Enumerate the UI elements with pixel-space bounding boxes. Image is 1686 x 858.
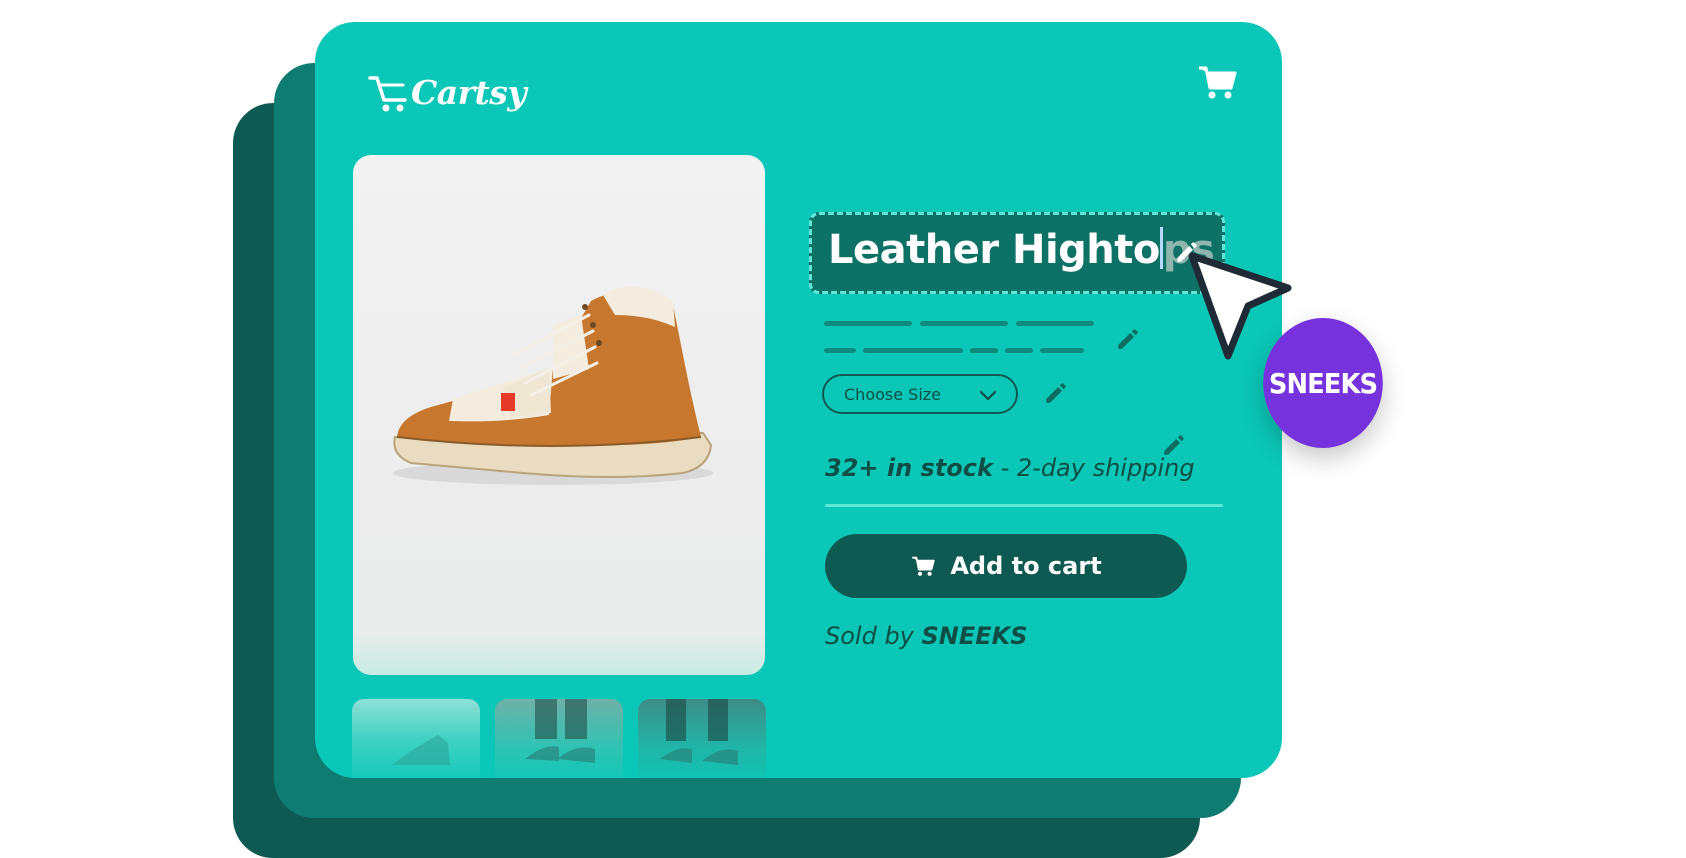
description-placeholder-line <box>824 321 912 326</box>
pencil-icon[interactable] <box>1043 380 1069 406</box>
description-placeholder-line <box>1040 348 1084 353</box>
product-title-typed: Leather Highto <box>828 227 1160 273</box>
divider <box>825 504 1223 507</box>
pencil-icon[interactable] <box>1115 326 1141 352</box>
pencil-icon[interactable] <box>1161 432 1187 458</box>
product-thumbnail-3[interactable] <box>638 699 766 778</box>
description-placeholder-line <box>1005 348 1033 353</box>
product-thumbnail-2[interactable] <box>495 699 623 778</box>
sold-by: Sold by SNEEKS <box>825 622 1028 650</box>
brand-name: Cartsy <box>411 72 527 112</box>
add-to-cart-label: Add to cart <box>950 552 1102 580</box>
description-placeholder-line <box>920 321 1008 326</box>
cartsy-logo[interactable]: Cartsy <box>367 62 527 122</box>
seller-badge[interactable]: SNEEKS <box>1263 318 1383 448</box>
add-to-cart-button[interactable]: Add to cart <box>825 534 1187 598</box>
product-main-image[interactable] <box>353 155 765 675</box>
seller-name[interactable]: SNEEKS <box>922 622 1028 650</box>
chevron-down-icon <box>979 390 997 401</box>
seller-badge-label: SNEEKS <box>1268 366 1378 400</box>
shopping-cart-icon <box>912 556 936 576</box>
size-select[interactable]: Choose Size <box>822 374 1018 414</box>
thumbnail-1-image <box>392 735 450 765</box>
description-placeholder-line <box>863 348 963 353</box>
shipping-info: - 2-day shipping <box>992 454 1195 482</box>
thumbnail-3-image <box>660 699 738 765</box>
sneaker-image <box>393 287 713 485</box>
thumbnail-2-image <box>525 699 595 763</box>
shopping-cart-icon[interactable] <box>1197 62 1237 102</box>
stock-shipping-info: 32+ in stock - 2-day shipping <box>825 454 1195 482</box>
cartsy-logo-icon <box>368 76 407 112</box>
product-editor-card: Cartsy Leather Highto Choose Size 32+ in… <box>315 22 1282 778</box>
stock-count: 32+ in stock <box>825 454 993 482</box>
product-title-field[interactable]: Leather Hightops <box>809 212 1225 294</box>
sold-by-prefix: Sold by <box>825 622 922 650</box>
product-thumbnail-1[interactable] <box>352 699 480 778</box>
size-select-placeholder: Choose Size <box>844 384 941 404</box>
description-placeholder-line <box>824 348 856 353</box>
description-placeholder-line <box>970 348 998 353</box>
description-placeholder-line <box>1016 321 1094 326</box>
